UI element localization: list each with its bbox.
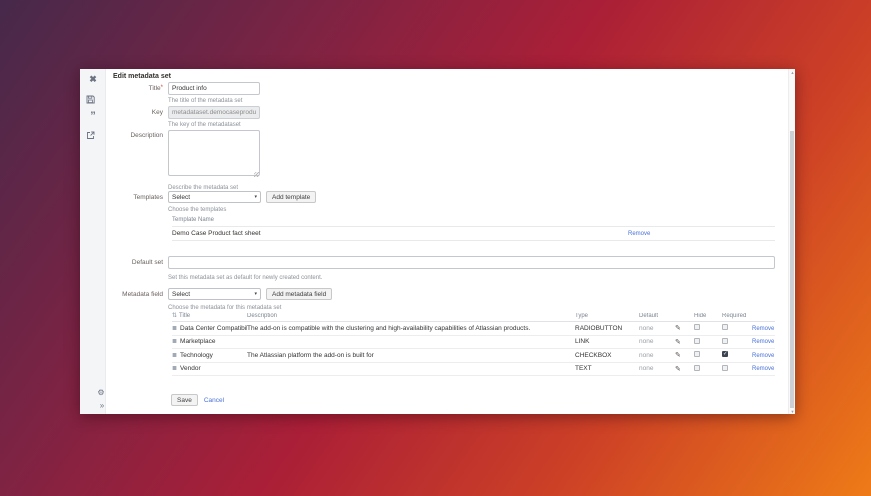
edit-default-icon[interactable]: ✎ [675,366,681,373]
hide-checkbox[interactable] [694,364,700,371]
hide-checkbox[interactable] [694,337,700,344]
settings-gear-icon[interactable]: ⚙ [94,388,108,397]
field-default: none [639,338,654,346]
field-title: Vendor [180,365,201,373]
field-type: CHECKBOX [575,351,612,359]
key-label: Key [151,109,163,116]
edit-default-icon[interactable]: ✎ [675,339,681,346]
header-title[interactable]: Title [179,313,190,319]
add-metadata-field-button[interactable]: Add metadata field [266,288,333,300]
key-help-text: The key of the metadataset [168,122,241,128]
field-table-header: ⇅ Title Description Type Default Hide Req… [172,310,775,322]
key-input [168,106,260,119]
cancel-link[interactable]: Cancel [204,397,224,404]
field-default: none [639,324,654,332]
title-label: Title* [148,85,163,92]
app-logo-icon[interactable]: ✖ [86,74,100,85]
header-required: Required [722,312,747,319]
quote-icon[interactable]: ” [86,111,100,122]
edit-default-icon[interactable]: ✎ [675,352,681,359]
required-asterisk: * [160,85,163,91]
drag-handle-icon[interactable]: ≣ [172,353,177,359]
edit-metadata-set-panel: ✖ ” ⚙ » ▲ ▼ Edit metadata set Title* The… [80,69,795,414]
required-checkbox[interactable] [722,324,728,331]
header-description: Description [247,312,278,319]
hide-checkbox[interactable] [694,351,700,358]
add-template-button[interactable]: Add template [266,191,317,203]
field-type: LINK [575,338,590,346]
templates-select[interactable]: Select ▾ [168,191,261,203]
template-name: Demo Case Product fact sheet [172,230,261,237]
external-link-icon[interactable] [86,131,100,140]
chevron-down-icon: ▾ [254,194,257,200]
description-label: Description [130,132,163,139]
remove-field-link[interactable]: Remove [752,366,774,372]
header-hide: Hide [694,312,707,319]
table-row: ≣ Marketplace LINK none ✎ Remove [172,336,775,349]
resize-handle[interactable] [254,172,259,177]
scrollbar-thumb[interactable] [790,131,794,408]
drag-handle-icon[interactable]: ≣ [172,339,177,345]
title-input[interactable] [168,82,260,95]
metadata-field-label: Metadata field [122,290,163,298]
sort-icon[interactable]: ⇅ [172,313,177,319]
remove-field-link[interactable]: Remove [752,326,774,332]
description-textarea[interactable] [168,130,260,176]
required-checkbox[interactable] [722,351,728,358]
vertical-scrollbar[interactable]: ▲ ▼ [788,69,795,414]
hide-checkbox[interactable] [694,324,700,331]
drag-handle-icon[interactable]: ≣ [172,326,177,332]
remove-field-link[interactable]: Remove [752,339,774,345]
remove-template-link[interactable]: Remove [628,227,650,241]
scroll-up-icon[interactable]: ▲ [789,70,796,75]
drag-handle-icon[interactable]: ≣ [172,366,177,372]
default-set-label: Default set [131,259,163,266]
header-default: Default [639,312,659,319]
default-set-input[interactable] [168,256,775,269]
field-default: none [639,351,654,359]
field-default: none [639,365,654,373]
table-row: ≣ Technology The Atlassian platform the a… [172,349,775,363]
field-type: RADIOBUTTON [575,324,623,332]
templates-label: Templates [133,193,163,201]
field-description: The Atlassian platform the add-on is bui… [247,351,374,359]
page-title: Edit metadata set [113,73,171,80]
field-title: Data Center Compatibility [180,324,247,332]
field-title: Marketplace [180,338,216,346]
edit-default-icon[interactable]: ✎ [675,325,681,332]
table-row: ≣ Data Center Compatibility The add-on is… [172,322,775,336]
header-type: Type [575,312,589,319]
remove-field-link[interactable]: Remove [752,353,774,359]
required-checkbox[interactable] [722,364,728,371]
template-row: Demo Case Product fact sheet Remove [172,227,775,241]
templates-table: Template Name Demo Case Product fact she… [172,215,775,241]
title-help-text: The title of the metadata set [168,98,243,104]
metadata-field-select[interactable]: Select ▾ [168,288,261,300]
field-type: TEXT [575,365,592,373]
field-title: Technology [180,351,213,359]
scroll-down-icon[interactable]: ▼ [789,409,796,414]
default-set-help-text: Set this metadata set as default for new… [168,275,323,281]
sidebar-rail: ✖ ” ⚙ » [80,69,106,414]
form-content: Edit metadata set Title* The title of th… [107,69,788,414]
save-button[interactable]: Save [171,394,198,406]
template-name-header: Template Name [172,215,775,227]
chevron-down-icon: ▾ [254,291,257,297]
save-disk-icon[interactable] [86,95,100,104]
field-description: The add-on is compatible with the cluste… [247,324,531,332]
metadata-field-table: ⇅ Title Description Type Default Hide Req… [172,310,775,376]
templates-help-text: Choose the templates [168,207,227,213]
required-checkbox[interactable] [722,337,728,344]
table-row: ≣ Vendor TEXT none ✎ Remove [172,363,775,376]
